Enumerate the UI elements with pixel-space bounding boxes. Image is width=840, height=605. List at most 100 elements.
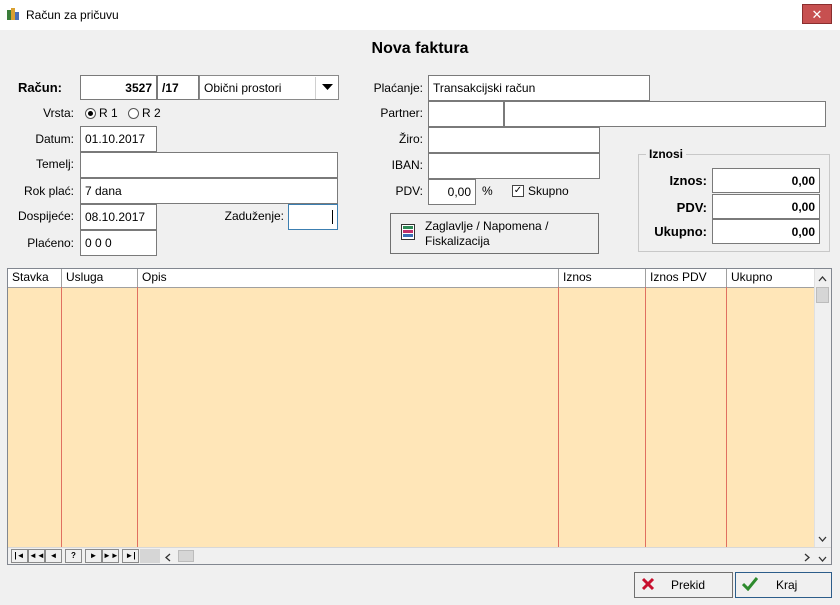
window-title: Račun za pričuvu xyxy=(26,8,119,22)
horizontal-scroll-box[interactable] xyxy=(178,550,194,562)
scroll-up-icon[interactable] xyxy=(818,271,827,285)
placanje-field[interactable]: Transakcijski račun xyxy=(428,75,650,101)
vertical-scrollbar[interactable] xyxy=(814,269,831,549)
zaduzenje-field[interactable] xyxy=(288,204,338,230)
partner-label: Partner: xyxy=(380,106,423,120)
vrsta-label: Vrsta: xyxy=(43,106,74,120)
datum-label: Datum: xyxy=(35,132,74,146)
grid-column-line xyxy=(726,287,727,549)
col-header-iznos[interactable]: Iznos xyxy=(559,269,646,287)
pdv-label: PDV: xyxy=(395,184,423,198)
cancel-x-icon xyxy=(641,577,655,594)
racun-number-field[interactable]: 3527 xyxy=(80,75,157,100)
r2-label: R 2 xyxy=(142,106,161,120)
ziro-field[interactable] xyxy=(428,127,600,153)
col-header-usluga[interactable]: Usluga xyxy=(62,269,138,287)
temelj-label: Temelj: xyxy=(35,157,74,171)
placeno-value: 0 0 0 xyxy=(85,236,112,250)
scroll-down-corner-icon[interactable] xyxy=(818,551,827,564)
zaduzenje-label: Zaduženje: xyxy=(224,209,284,223)
vertical-scroll-thumb[interactable] xyxy=(816,287,829,303)
iznos-pdv-label: PDV: xyxy=(676,200,707,215)
partner-code-field[interactable] xyxy=(428,101,504,127)
prekid-button[interactable]: Prekid xyxy=(634,572,733,598)
kraj-label: Kraj xyxy=(776,578,798,592)
ukupno-label: Ukupno: xyxy=(654,224,707,239)
temelj-field[interactable] xyxy=(80,152,338,178)
nav-search-button[interactable]: ? xyxy=(65,549,82,563)
r1-radio[interactable] xyxy=(85,108,96,119)
col-header-ukupno[interactable]: Ukupno xyxy=(727,269,816,287)
skupno-label: Skupno xyxy=(528,184,569,198)
placanje-label: Plaćanje: xyxy=(373,81,423,95)
dospijece-label: Dospijeće: xyxy=(17,209,74,223)
racun-label: Račun: xyxy=(17,80,62,95)
partner-name-field[interactable] xyxy=(504,101,826,127)
placanje-value: Transakcijski račun xyxy=(433,81,536,95)
zaglavlje-line1: Zaglavlje / Napomena / xyxy=(425,218,549,233)
pdv-rate-field[interactable]: 0,00 xyxy=(428,179,476,205)
nav-prev-page-button[interactable]: ◄◄ xyxy=(28,549,45,563)
title-bar xyxy=(0,0,840,30)
scroll-right-icon[interactable] xyxy=(804,551,810,564)
chevron-down-icon[interactable] xyxy=(315,76,338,99)
placeno-label: Plaćeno: xyxy=(27,236,74,250)
pdv-unit: % xyxy=(482,184,493,198)
col-header-iznos-pdv[interactable]: Iznos PDV xyxy=(646,269,727,287)
racun-number-value: 3527 xyxy=(125,80,152,95)
iznos-value: 0,00 xyxy=(791,173,815,188)
category-dropdown[interactable]: Obični prostori xyxy=(199,75,339,100)
dospijece-value: 08.10.2017 xyxy=(85,210,146,224)
items-grid[interactable]: Stavka Usluga Opis Iznos Iznos PDV Ukupn… xyxy=(7,268,832,565)
grid-column-line xyxy=(645,287,646,549)
datum-value: 01.10.2017 xyxy=(85,132,146,146)
grid-footer-bar: |◄ ◄◄ ◄ ? ► ►► ►| xyxy=(8,547,831,564)
nav-next-button[interactable]: ► xyxy=(85,549,102,563)
grid-column-line xyxy=(61,287,62,549)
nav-first-button[interactable]: |◄ xyxy=(11,549,28,563)
prekid-label: Prekid xyxy=(671,578,706,592)
racun-suffix-value: /17 xyxy=(162,80,179,95)
table-icon xyxy=(401,224,415,243)
iban-label: IBAN: xyxy=(391,158,423,172)
scroll-left-icon[interactable] xyxy=(165,551,171,564)
form-title: Nova faktura xyxy=(371,40,469,57)
col-header-stavka[interactable]: Stavka xyxy=(8,269,62,287)
r1-label: R 1 xyxy=(99,106,118,120)
iznos-pdv-value: 0,00 xyxy=(791,199,815,214)
checkmark-icon xyxy=(741,576,759,594)
zaglavlje-button[interactable]: Zaglavlje / Napomena / Fiskalizacija xyxy=(390,213,599,254)
kraj-button[interactable]: Kraj xyxy=(735,572,832,598)
category-value: Obični prostori xyxy=(204,80,282,95)
grid-header: Stavka Usluga Opis Iznos Iznos PDV Ukupn… xyxy=(8,269,816,288)
racun-suffix-field[interactable]: /17 xyxy=(157,75,199,100)
grid-column-line xyxy=(137,287,138,549)
rok-label: Rok plać: xyxy=(23,184,74,198)
r2-radio[interactable] xyxy=(128,108,139,119)
iznos-field[interactable]: 0,00 xyxy=(712,168,820,193)
skupno-checkbox[interactable]: ✓ xyxy=(512,185,524,197)
nav-last-button[interactable]: ►| xyxy=(122,549,139,563)
ukupno-field[interactable]: 0,00 xyxy=(712,219,820,244)
col-header-opis[interactable]: Opis xyxy=(138,269,559,287)
app-icon xyxy=(6,7,20,21)
rok-field[interactable]: 7 dana xyxy=(80,178,338,204)
datum-field[interactable]: 01.10.2017 xyxy=(80,126,157,152)
pdv-rate-value: 0,00 xyxy=(447,185,471,199)
iznos-pdv-field[interactable]: 0,00 xyxy=(712,194,820,219)
text-caret xyxy=(332,210,333,224)
ziro-label: Žiro: xyxy=(399,132,423,146)
scroll-down-icon[interactable] xyxy=(818,531,827,545)
close-button[interactable]: ✕ xyxy=(802,4,832,24)
dospijece-field[interactable]: 08.10.2017 xyxy=(80,204,157,230)
ukupno-value: 0,00 xyxy=(791,224,815,239)
rok-value: 7 dana xyxy=(85,184,122,198)
zaglavlje-line2: Fiskalizacija xyxy=(425,233,490,248)
nav-next-page-button[interactable]: ►► xyxy=(102,549,119,563)
iban-field[interactable] xyxy=(428,153,600,179)
horizontal-scroll-thumb[interactable] xyxy=(140,549,160,563)
nav-prev-button[interactable]: ◄ xyxy=(45,549,62,563)
iznosi-title: Iznosi xyxy=(646,147,687,161)
iznos-label: Iznos: xyxy=(669,173,707,188)
placeno-field[interactable]: 0 0 0 xyxy=(80,230,157,256)
